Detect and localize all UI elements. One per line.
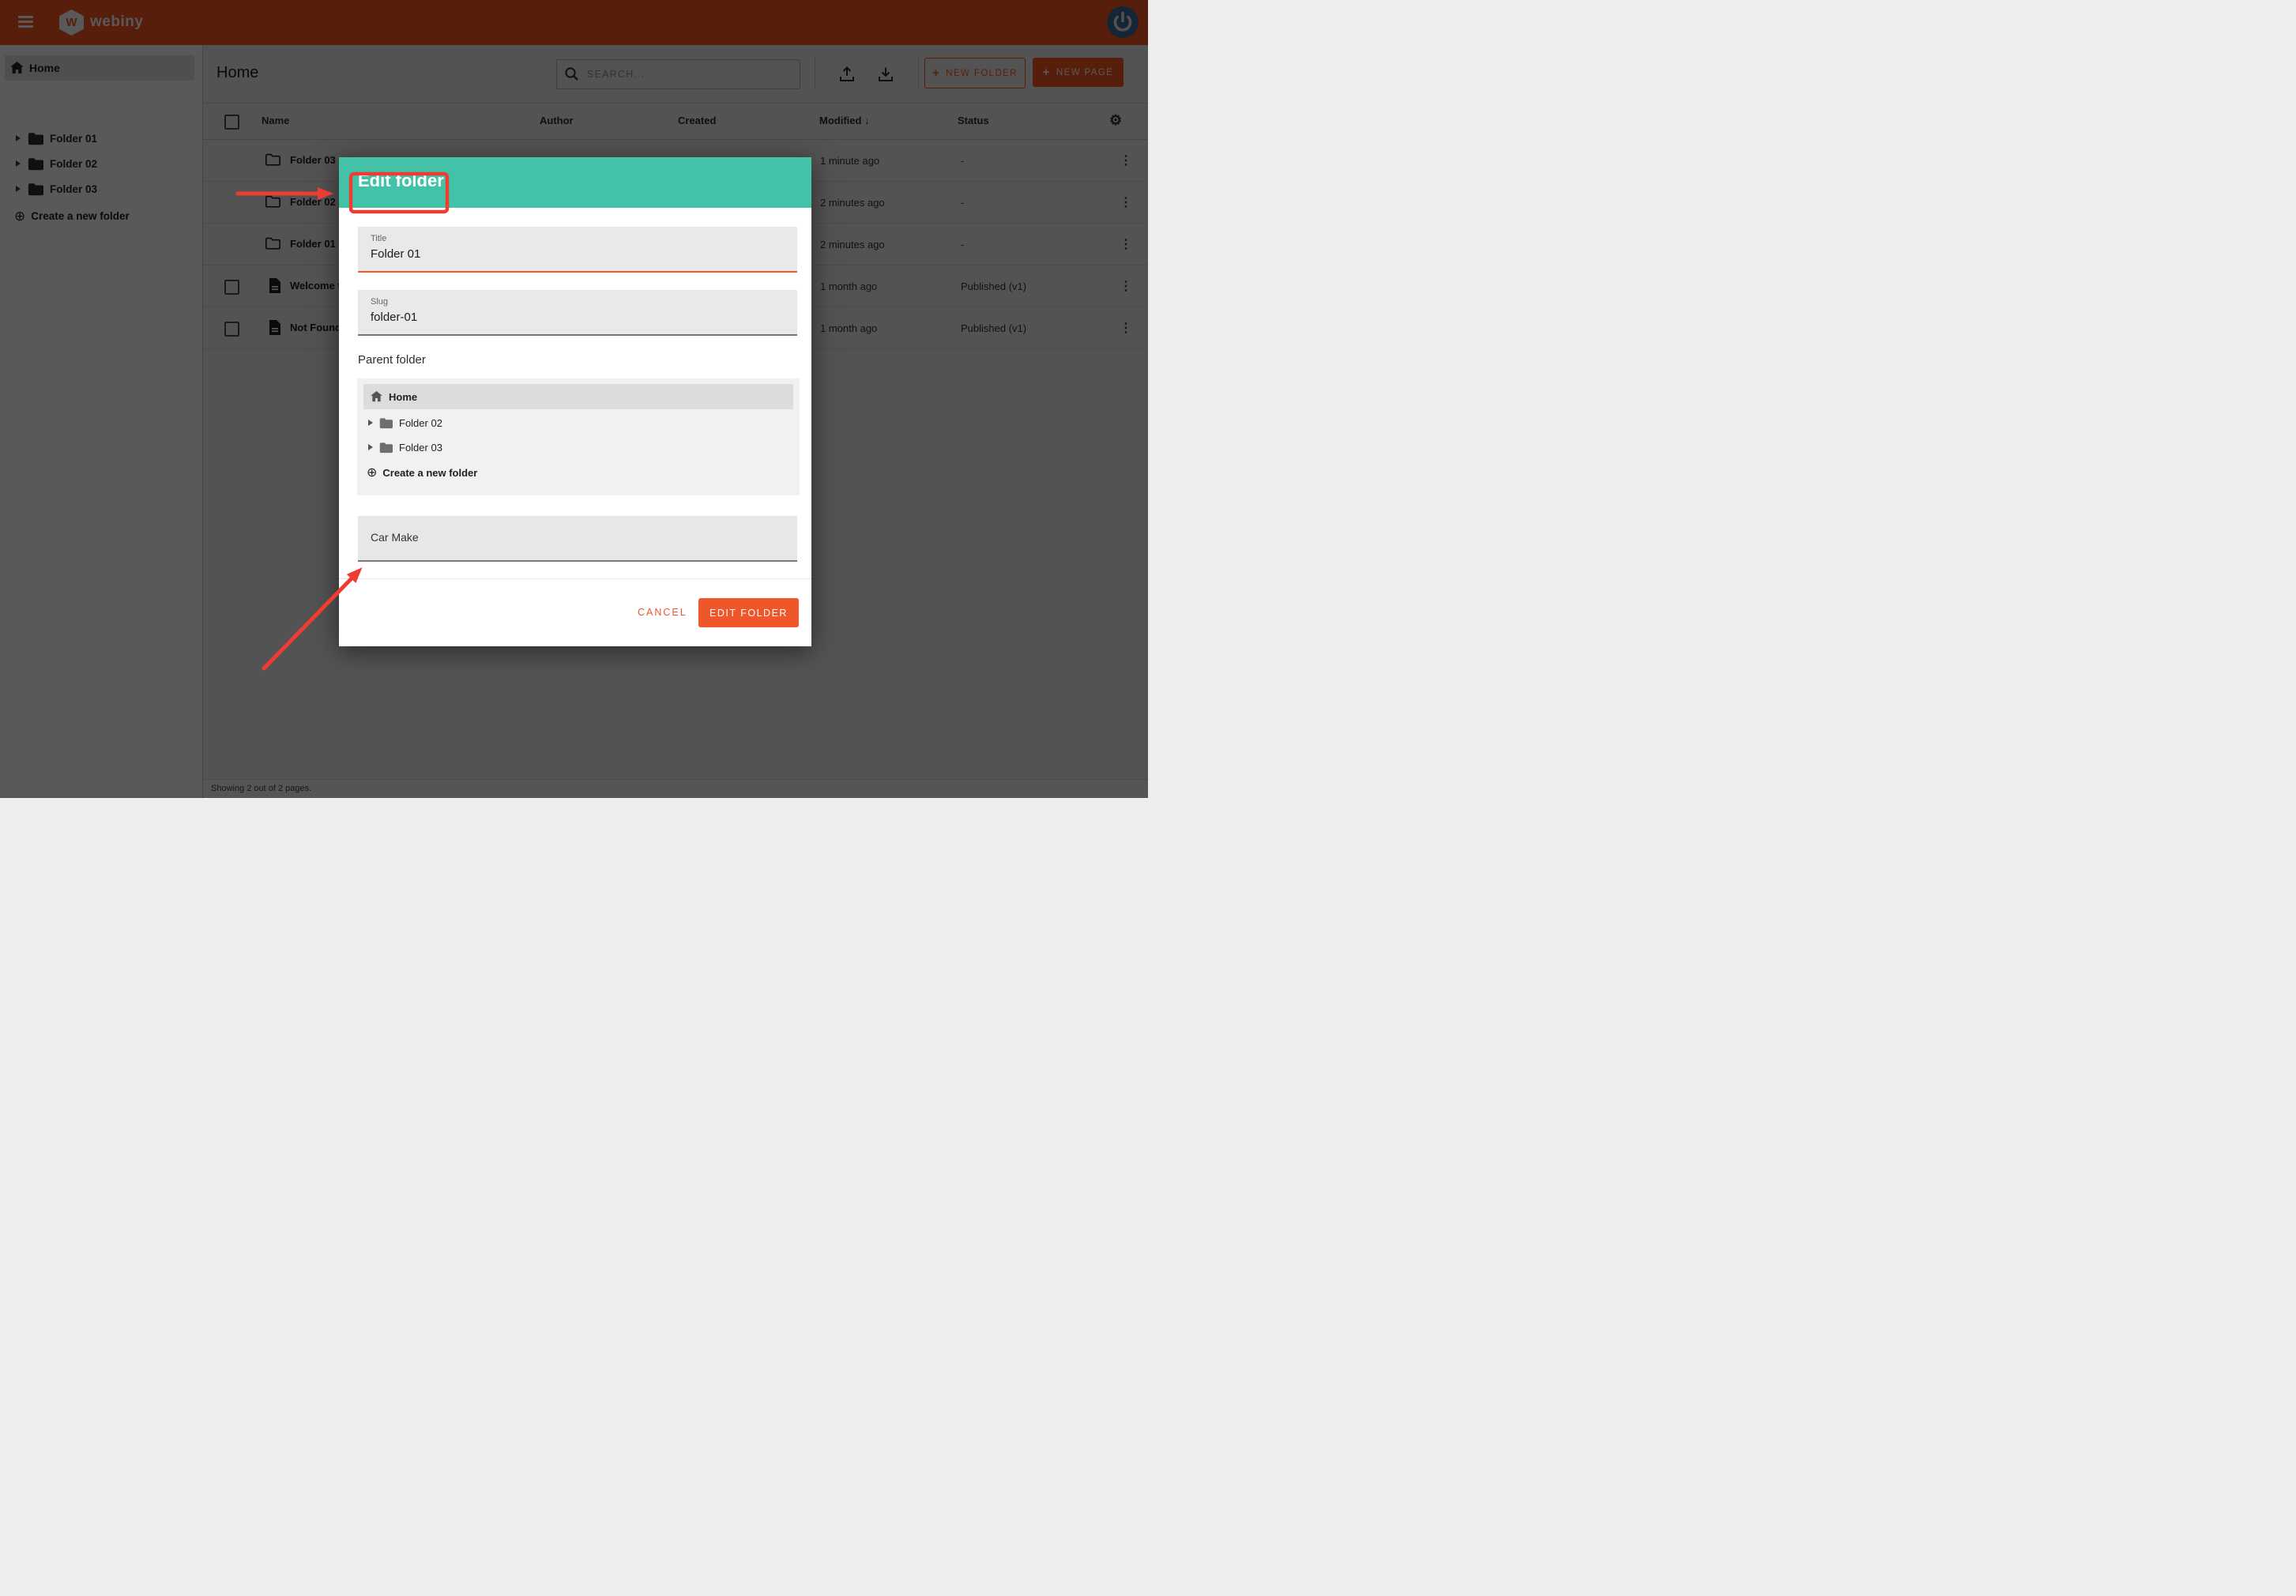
- title-field[interactable]: Title Folder 01: [358, 227, 797, 273]
- chevron-right-icon: [368, 420, 373, 426]
- edit-folder-submit-button[interactable]: EDIT FOLDER: [698, 598, 799, 627]
- cancel-button[interactable]: CANCEL: [633, 598, 692, 627]
- folder-icon: [379, 442, 393, 454]
- dialog-footer-divider: [339, 578, 811, 579]
- webiny-admin-page: { "topbar": { "brand": "webiny", "logo_l…: [0, 0, 1148, 798]
- tree-item-folder-02[interactable]: Folder 02: [363, 411, 793, 435]
- slug-field[interactable]: Slug folder-01: [358, 290, 797, 336]
- slug-field-value: folder-01: [371, 311, 417, 324]
- circle-plus-icon: ⊕: [367, 466, 377, 480]
- tree-create-folder-button[interactable]: ⊕ Create a new folder: [363, 461, 793, 484]
- title-field-label: Title: [371, 234, 386, 243]
- home-icon: [371, 391, 382, 402]
- slug-field-label: Slug: [371, 297, 388, 307]
- parent-folder-heading: Parent folder: [358, 353, 426, 367]
- dialog-header: Edit folder: [339, 157, 811, 208]
- folder-icon: [379, 417, 393, 429]
- edit-folder-dialog: Edit folder Title Folder 01 Slug folder-…: [339, 157, 811, 646]
- dialog-title: Edit folder: [358, 171, 444, 191]
- tree-item-home[interactable]: Home: [363, 384, 793, 409]
- parent-folder-tree: Home Folder 02 Folder 03 ⊕ Create a new …: [357, 378, 800, 495]
- title-field-value: Folder 01: [371, 247, 420, 261]
- car-make-select-field[interactable]: Car Make: [358, 516, 797, 562]
- tree-item-folder-03[interactable]: Folder 03: [363, 435, 793, 459]
- car-make-label: Car Make: [371, 531, 419, 544]
- chevron-right-icon: [368, 444, 373, 450]
